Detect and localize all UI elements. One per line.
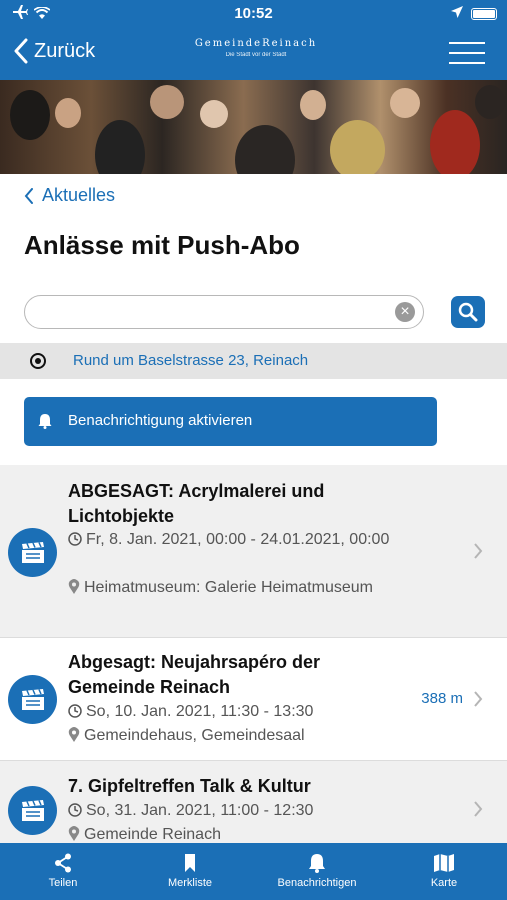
search-button[interactable]: [451, 296, 485, 328]
event-date-text: So, 31. Jan. 2021, 11:00 - 12:30: [86, 802, 314, 819]
event-place-text: Gemeindehaus, Gemeindesaal: [84, 727, 305, 744]
event-list-item[interactable]: ABGESAGT: Acrylmalerei und Lichtobjekte …: [0, 465, 507, 637]
event-date: So, 31. Jan. 2021, 11:00 - 12:30: [68, 799, 398, 823]
status-bar: 10:52: [0, 0, 507, 28]
event-place-text: Heimatmuseum: Galerie Heimatmuseum: [84, 579, 373, 596]
search-field[interactable]: ×: [24, 295, 424, 329]
clapperboard-icon: [8, 786, 57, 835]
share-icon: [55, 853, 71, 873]
event-date: Fr, 8. Jan. 2021, 00:00 - 24.01.2021, 00…: [68, 528, 398, 552]
event-place: Heimatmuseum: Galerie Heimatmuseum: [68, 576, 398, 600]
event-place: Gemeindehaus, Gemeindesaal: [68, 724, 398, 748]
bookmark-icon: [185, 854, 195, 872]
search-input[interactable]: [39, 296, 399, 326]
event-distance: 388 m: [421, 690, 463, 707]
location-target-icon[interactable]: [30, 353, 46, 369]
tab-karte[interactable]: Karte: [381, 843, 507, 900]
event-date-text: Fr, 8. Jan. 2021, 00:00 - 24.01.2021, 00…: [86, 531, 390, 548]
notify-label: Benachrichtigung aktivieren: [68, 412, 253, 429]
map-pin-icon: [68, 579, 80, 594]
breadcrumb-label: Aktuelles: [42, 185, 116, 205]
battery-icon: [471, 8, 497, 20]
status-right: [451, 5, 497, 23]
breadcrumb[interactable]: Aktuelles: [24, 185, 115, 206]
event-list-item[interactable]: Abgesagt: Neujahrsapéro der Gemeinde Rei…: [0, 638, 507, 760]
event-title: Abgesagt: Neujahrsapéro der Gemeinde Rei…: [68, 652, 321, 697]
event-list-item[interactable]: 7. Gipfeltreffen Talk & Kultur So, 31. J…: [0, 761, 507, 843]
clapperboard-icon: [8, 675, 57, 724]
clapperboard-icon: [8, 528, 57, 577]
map-icon: [434, 854, 454, 872]
bell-icon: [309, 854, 325, 873]
gemeinde-reinach-logo: GemeindeReinach Die Stadt vor der Stadt: [176, 38, 336, 58]
chevron-right-icon: [474, 691, 483, 707]
event-date-text: So, 10. Jan. 2021, 11:30 - 13:30: [86, 703, 314, 720]
nav-bar: Zurück GemeindeReinach Die Stadt vor der…: [0, 28, 507, 80]
event-place-text: Gemeinde Reinach: [84, 826, 221, 843]
location-arrow-icon: [451, 5, 463, 23]
tab-teilen[interactable]: Teilen: [0, 843, 126, 900]
header-photo: [0, 80, 507, 174]
page-title: Anlässe mit Push-Abo: [24, 230, 300, 260]
event-title: ABGESAGT: Acrylmalerei und Lichtobjekte: [68, 481, 325, 526]
chevron-right-icon: [474, 543, 483, 559]
tab-label: Benachrichtigen: [277, 877, 357, 889]
menu-icon[interactable]: [449, 42, 485, 64]
tab-label: Teilen: [48, 877, 78, 889]
logo-line2: Die Stadt vor der Stadt: [225, 52, 287, 58]
tab-benachrichtigen[interactable]: Benachrichtigen: [254, 843, 380, 900]
map-pin-icon: [68, 826, 80, 841]
clock-icon: [68, 532, 82, 546]
status-time: 10:52: [234, 5, 273, 22]
chevron-left-icon: [24, 187, 33, 204]
map-pin-icon: [68, 727, 80, 742]
back-button[interactable]: Zurück: [12, 38, 95, 64]
search-icon: [458, 302, 478, 322]
clear-icon[interactable]: ×: [395, 302, 415, 322]
tab-merkliste[interactable]: Merkliste: [127, 843, 253, 900]
activate-notification-button[interactable]: Benachrichtigung aktivieren: [24, 397, 437, 446]
back-label: Zurück: [34, 39, 96, 62]
chevron-left-icon: [14, 38, 28, 64]
tab-label: Karte: [430, 877, 458, 889]
location-bar: Rund um Baselstrasse 23, Reinach: [0, 343, 507, 379]
tab-label: Merkliste: [167, 877, 212, 889]
clock-icon: [68, 704, 82, 718]
location-address[interactable]: Rund um Baselstrasse 23, Reinach: [73, 352, 308, 369]
bottom-tab-bar: Teilen Merkliste Benachrichtigen Karte: [0, 843, 507, 900]
logo-line1: GemeindeReinach: [194, 38, 318, 49]
clock-icon: [68, 803, 82, 817]
bell-icon: [38, 414, 52, 429]
event-title: 7. Gipfeltreffen Talk & Kultur: [68, 776, 311, 796]
chevron-right-icon: [474, 801, 483, 817]
event-date: So, 10. Jan. 2021, 11:30 - 13:30: [68, 700, 398, 724]
